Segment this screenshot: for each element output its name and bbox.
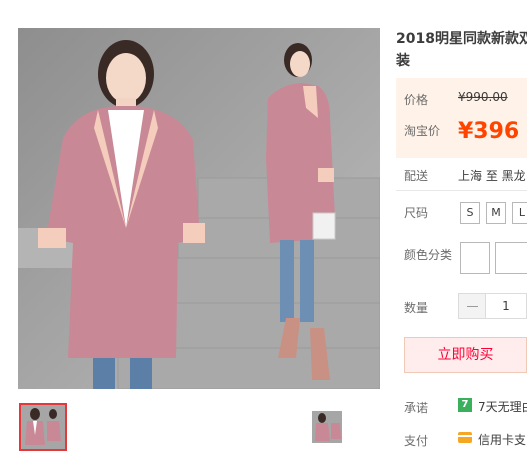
- delivery-label: 配送: [404, 169, 429, 183]
- product-title-line1: 2018明星同款新款双: [396, 31, 527, 47]
- quantity-decrease-button[interactable]: [458, 293, 486, 319]
- size-label: 尺码: [404, 206, 429, 220]
- color-label: 颜色分类: [404, 248, 453, 262]
- main-product-image[interactable]: [18, 28, 380, 389]
- thumbnail-1[interactable]: [19, 403, 67, 451]
- color-option-2[interactable]: [495, 242, 527, 274]
- size-option-s[interactable]: S: [460, 202, 480, 224]
- quantity-label: 数量: [404, 301, 429, 315]
- original-price: ¥990.00: [458, 90, 508, 104]
- payment-text[interactable]: 信用卡支: [478, 431, 526, 448]
- credit-card-icon: [458, 432, 472, 443]
- thumbnail-2[interactable]: [312, 411, 342, 443]
- price-label: 价格: [404, 93, 429, 107]
- color-option-1[interactable]: [460, 242, 490, 274]
- payment-label: 支付: [404, 434, 429, 448]
- promise-text[interactable]: 7天无理由: [478, 398, 527, 415]
- product-title-line2: 装: [396, 53, 410, 69]
- product-title: 2018明星同款新款双 装: [396, 28, 527, 72]
- delivery-route[interactable]: 上海 至 黑龙: [458, 167, 526, 184]
- size-option-l[interactable]: L: [512, 202, 527, 224]
- divider: [396, 190, 527, 191]
- size-option-m[interactable]: M: [486, 202, 506, 224]
- promo-price-label: 淘宝价: [404, 124, 441, 138]
- current-price: ¥396: [458, 119, 520, 144]
- quantity-input[interactable]: 1: [486, 293, 527, 319]
- buy-now-button[interactable]: 立即购买: [404, 337, 527, 373]
- seven-day-return-icon: 7: [458, 398, 472, 412]
- promise-label: 承诺: [404, 401, 429, 415]
